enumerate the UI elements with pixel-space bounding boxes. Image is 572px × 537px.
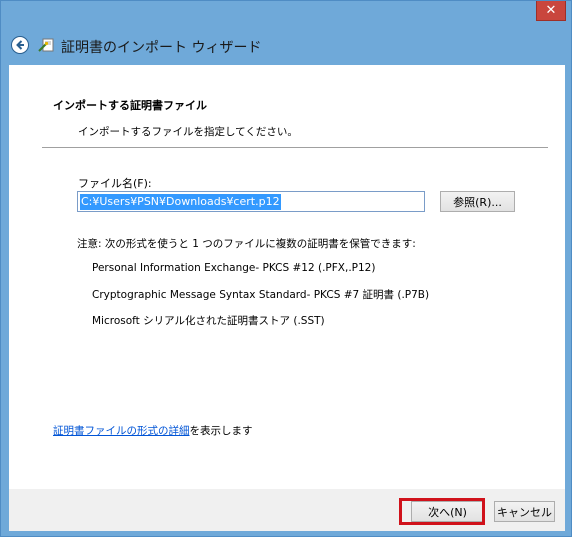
cancel-button[interactable]: キャンセル — [494, 501, 555, 522]
section-title: インポートする証明書ファイル — [53, 99, 207, 112]
back-button[interactable] — [11, 36, 29, 54]
file-name-input[interactable]: C:¥Users¥PSN¥Downloads¥cert.p12 — [77, 191, 425, 212]
next-button-highlight — [399, 498, 485, 525]
format-item: Microsoft シリアル化された証明書ストア (.SST) — [92, 315, 325, 327]
help-line: 証明書ファイルの形式の詳細を表示します — [53, 423, 253, 438]
format-note: 注意: 次の形式を使うと 1 つのファイルに複数の証明書を保管できます: — [77, 238, 416, 250]
back-arrow-icon — [16, 40, 24, 50]
section-description: インポートするファイルを指定してください。 — [78, 126, 298, 138]
format-item: Personal Information Exchange- PKCS #12 … — [92, 262, 376, 274]
certificate-wizard-icon — [38, 38, 54, 52]
wizard-window: ✕ 証明書のインポート ウィザード インポートする証明書ファイル インポートする… — [0, 0, 572, 537]
file-name-label: ファイル名(F): — [78, 177, 152, 190]
close-button[interactable]: ✕ — [536, 1, 566, 21]
close-icon: ✕ — [545, 3, 557, 18]
format-item: Cryptographic Message Syntax Standard- P… — [92, 289, 430, 301]
divider — [42, 147, 548, 148]
title-bar: 証明書のインポート ウィザード — [8, 29, 566, 63]
help-suffix: を表示します — [189, 425, 253, 437]
browse-button[interactable]: 参照(R)... — [440, 191, 515, 212]
wizard-content: インポートする証明書ファイル インポートするファイルを指定してください。 ファイ… — [9, 65, 565, 489]
format-details-link[interactable]: 証明書ファイルの形式の詳細 — [53, 425, 190, 437]
button-bar: 次へ(N) キャンセル — [9, 489, 565, 531]
window-title: 証明書のインポート ウィザード — [61, 40, 262, 56]
file-name-value: C:¥Users¥PSN¥Downloads¥cert.p12 — [80, 194, 281, 210]
